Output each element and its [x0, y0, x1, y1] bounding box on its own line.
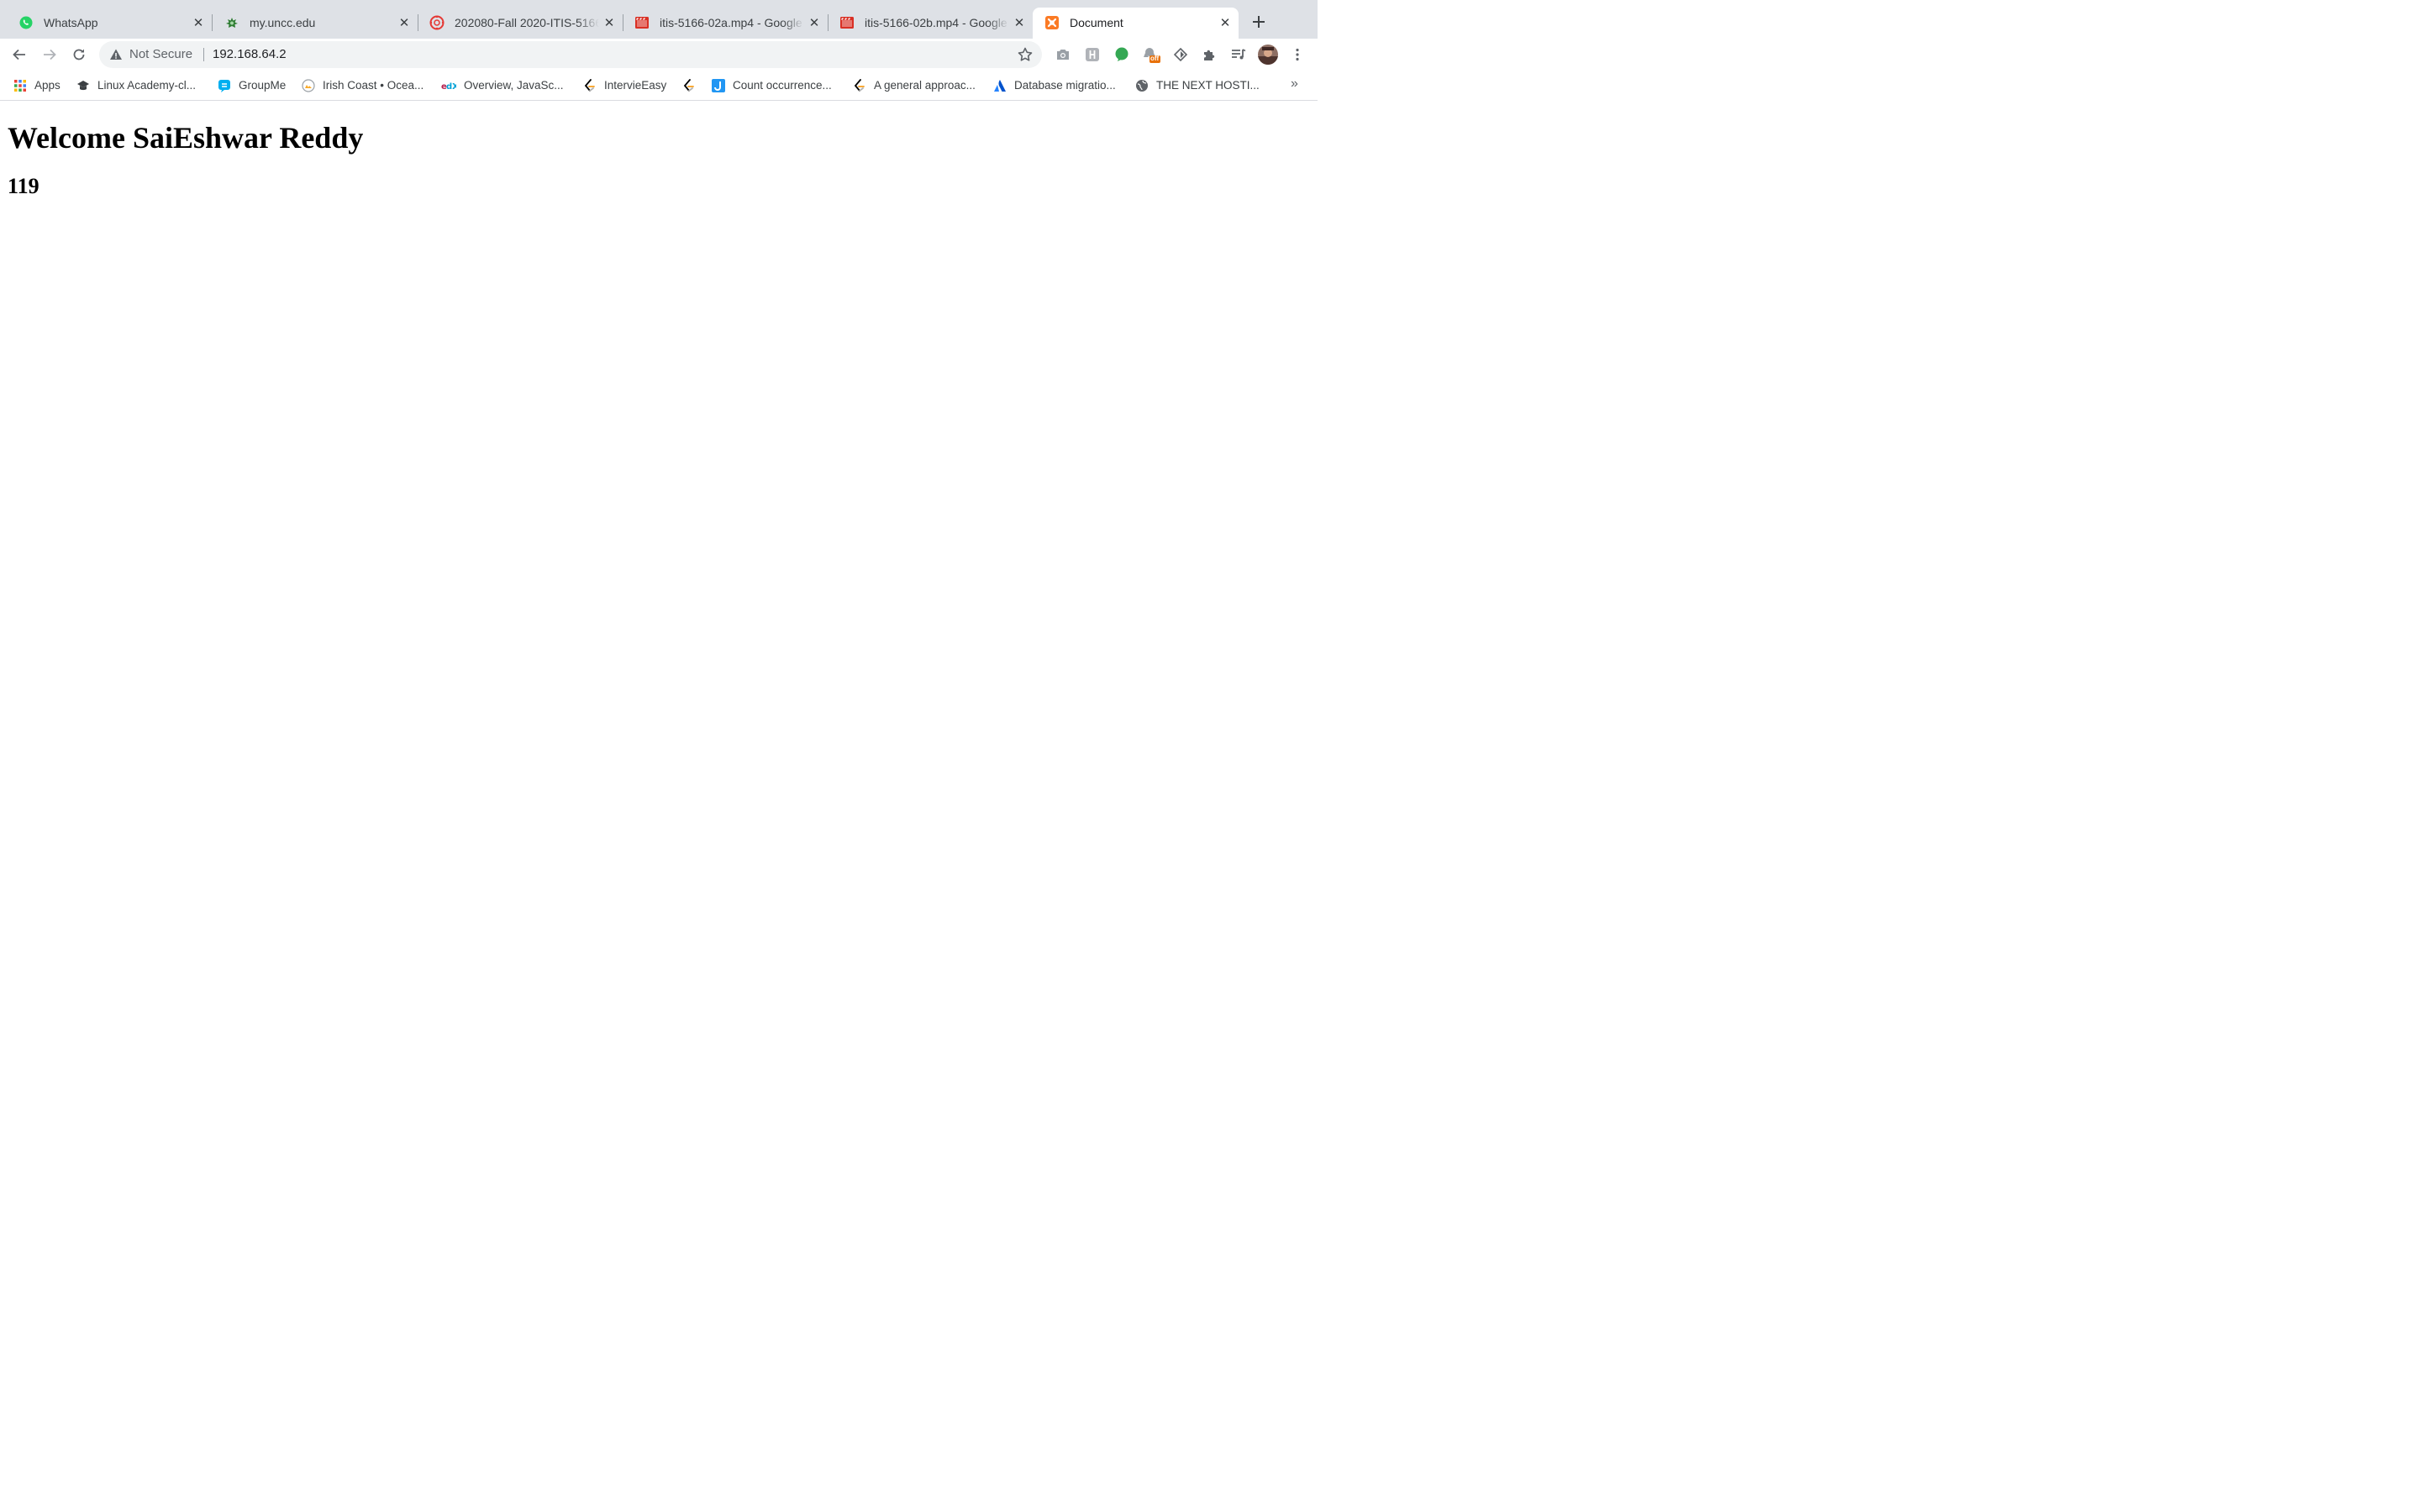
bookmark-count-occurrence[interactable]: Count occurrence... [712, 78, 832, 93]
off-badge-extension-icon[interactable]: off [1142, 45, 1160, 64]
arrow-left-icon [13, 49, 25, 60]
whatsapp-icon [18, 15, 34, 30]
new-tab-button[interactable] [1249, 12, 1269, 32]
bookmark-label: GroupMe [239, 79, 287, 92]
bookmarks-overflow-icon[interactable]: » [1291, 76, 1298, 92]
bookmark-leetcode[interactable] [682, 78, 703, 93]
edx-icon: e dX [441, 79, 456, 92]
bookmark-label: Apps [34, 79, 60, 92]
bookmark-label: THE NEXT HOSTI... [1156, 79, 1260, 92]
bookmark-label: Count occurrence... [733, 79, 832, 92]
leetcode-icon [853, 79, 866, 92]
canvas-icon [429, 15, 445, 30]
bookmark-star-icon[interactable] [1017, 46, 1034, 63]
bookmark-label: Irish Coast • Ocea... [323, 79, 424, 92]
plus-icon [1253, 16, 1265, 28]
url-text[interactable]: 192.168.64.2 [213, 47, 287, 62]
groupme-icon [218, 79, 231, 92]
leetcode-icon [682, 79, 696, 92]
tab-video-02b[interactable]: itis-5166-02b.mp4 - Google ✕ [828, 8, 1033, 39]
address-bar[interactable]: Not Secure 192.168.64.2 [99, 41, 1042, 68]
atlassian-icon [993, 79, 1007, 92]
omnibox-divider [203, 48, 204, 61]
tab-whatsapp[interactable]: WhatsApp ✕ [7, 8, 213, 39]
leetcode-icon [583, 79, 597, 92]
tab-title: WhatsApp [44, 16, 98, 29]
more-vertical-icon[interactable] [1288, 45, 1307, 64]
tab-title: my.uncc.edu [250, 16, 316, 29]
video-file-icon [634, 15, 650, 30]
bookmark-apps[interactable]: Apps [13, 78, 60, 93]
h-extension-icon[interactable] [1083, 45, 1102, 64]
tab-title: itis-5166-02a.mp4 - Google [660, 16, 802, 29]
j-icon [712, 79, 725, 92]
warning-icon[interactable] [109, 48, 123, 61]
bookmark-label: Linux Academy-cl... [97, 79, 197, 92]
close-icon[interactable]: ✕ [601, 14, 618, 31]
graduation-cap-icon [76, 79, 90, 92]
media-queue-icon[interactable] [1229, 45, 1248, 64]
svg-text:dX: dX [446, 82, 456, 92]
browser-toolbar: Not Secure 192.168.64.2 off [0, 39, 1318, 71]
tab-video-02a[interactable]: itis-5166-02a.mp4 - Google ✕ [623, 8, 829, 39]
count-value: 119 [8, 174, 39, 198]
close-icon[interactable]: ✕ [190, 14, 207, 31]
globe-icon [1135, 79, 1149, 92]
tab-title: Document [1070, 16, 1123, 29]
tab-uncc[interactable]: my.uncc.edu ✕ [213, 8, 418, 39]
tab-title: itis-5166-02b.mp4 - Google [865, 16, 1007, 29]
tab-document-active[interactable]: Document ✕ [1033, 8, 1239, 39]
speech-bubble-extension-icon[interactable] [1113, 45, 1131, 64]
bookmark-label: A general approac... [874, 79, 976, 92]
arrow-right-icon [44, 49, 56, 60]
apps-grid-icon [13, 79, 27, 92]
bookmark-label: Overview, JavaSc... [464, 79, 564, 92]
irish-coast-icon [302, 79, 315, 92]
tag-extension-icon[interactable] [1171, 45, 1190, 64]
uncc-icon [224, 15, 239, 30]
bookmark-label: Database migratio... [1014, 79, 1116, 92]
video-file-icon [839, 15, 855, 30]
bookmarks-bar: Apps Linux Academy-cl... GroupMe Irish C… [0, 71, 1318, 101]
bookmark-database-migration[interactable]: Database migratio... [993, 78, 1116, 93]
bookmark-edx[interactable]: e dX Overview, JavaSc... [441, 78, 564, 93]
close-icon[interactable]: ✕ [396, 14, 413, 31]
bookmark-irish-coast[interactable]: Irish Coast • Ocea... [302, 78, 424, 93]
close-icon[interactable]: ✕ [1011, 14, 1028, 31]
tab-title: 202080-Fall 2020-ITIS-5166 [455, 16, 599, 29]
close-icon[interactable]: ✕ [806, 14, 823, 31]
tab-canvas[interactable]: 202080-Fall 2020-ITIS-5166 ✕ [418, 8, 623, 39]
bookmark-label: IntervieEasy [604, 79, 667, 92]
bookmark-next-hosting[interactable]: THE NEXT HOSTI... [1135, 78, 1260, 93]
forward-button[interactable] [39, 45, 60, 65]
puzzle-extensions-icon[interactable] [1200, 45, 1218, 64]
reload-icon [73, 49, 85, 60]
xampp-icon [1044, 15, 1060, 30]
camera-extension-icon[interactable] [1054, 45, 1072, 64]
bookmark-groupme[interactable]: GroupMe [218, 78, 286, 93]
bookmark-linux-academy[interactable]: Linux Academy-cl... [76, 78, 196, 93]
welcome-heading: Welcome SaiEshwar Reddy [8, 121, 364, 155]
back-button[interactable] [9, 45, 29, 65]
avatar[interactable] [1258, 45, 1278, 65]
page-content: Welcome SaiEshwar Reddy 119 [0, 102, 1318, 823]
close-icon[interactable]: ✕ [1217, 14, 1234, 31]
bookmark-general-approach[interactable]: A general approac... [853, 78, 976, 93]
security-status-text[interactable]: Not Secure [129, 47, 192, 62]
bookmark-intervieeasy[interactable]: IntervieEasy [583, 78, 666, 93]
tab-strip: WhatsApp ✕ my.uncc.edu ✕ 202080-Fall 202… [0, 0, 1318, 39]
reload-button[interactable] [69, 45, 89, 65]
extension-badge-text: off [1150, 55, 1160, 62]
